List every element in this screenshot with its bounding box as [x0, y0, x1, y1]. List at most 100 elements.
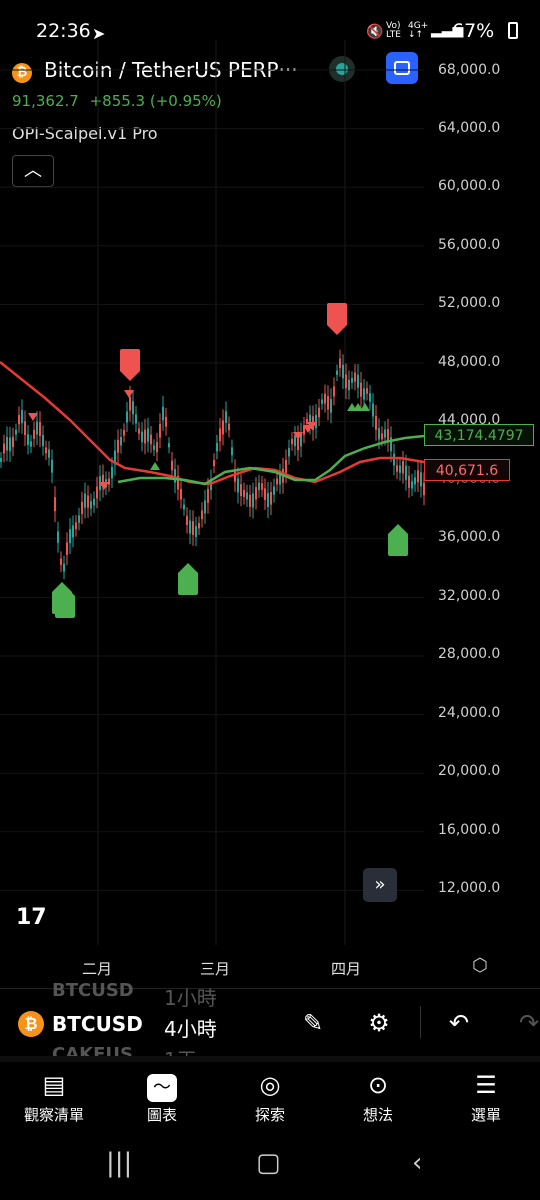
candle-body	[81, 501, 83, 515]
candle-body	[33, 429, 35, 439]
price-tick: 32,000.0	[438, 588, 501, 604]
sell-signal-tag	[327, 303, 347, 335]
candle-body	[375, 415, 377, 430]
candle-body	[132, 401, 134, 415]
redo-icon[interactable]: ↷	[512, 1006, 540, 1040]
candle-body	[198, 523, 200, 529]
candle-body	[183, 504, 185, 510]
home-icon[interactable]: ▢	[256, 1148, 281, 1178]
candle-body	[237, 478, 239, 493]
candle-body	[192, 521, 194, 535]
indicator-settings-icon[interactable]: ⚙	[362, 1006, 396, 1040]
price-tick: 16,000.0	[438, 822, 501, 838]
candle-body	[186, 515, 188, 525]
candle-body	[417, 470, 419, 483]
ticker-current[interactable]: BTCUSD	[52, 1012, 143, 1036]
candle-body	[270, 492, 272, 505]
candle-body	[195, 526, 197, 537]
candle-body	[135, 414, 137, 424]
candle-body	[357, 374, 359, 388]
candle-body	[90, 501, 92, 509]
candle-body	[3, 443, 5, 454]
candle-body	[219, 428, 221, 442]
candle-body	[18, 414, 20, 425]
candle-body	[126, 411, 128, 423]
price-tick: 36,000.0	[438, 529, 501, 545]
candle-body	[294, 435, 296, 447]
candle-body	[405, 465, 407, 480]
drawing-pen-icon[interactable]: ✎	[296, 1006, 330, 1040]
candle-body	[171, 460, 173, 471]
candle-body	[354, 372, 356, 382]
price-tick: 24,000.0	[438, 705, 501, 721]
candle-body	[84, 493, 86, 508]
candle-body	[147, 428, 149, 442]
scroll-to-realtime-button[interactable]: »	[363, 868, 397, 902]
time-tick: 三月	[200, 960, 231, 978]
candle-body	[162, 406, 164, 421]
lightbulb-icon: ⊙	[367, 1071, 389, 1099]
candle-body	[420, 472, 422, 487]
mute-icon: 🔇	[366, 24, 384, 40]
candle-body	[255, 487, 257, 500]
moving-average-red	[0, 361, 425, 486]
candle-body	[180, 489, 182, 500]
price-tick: 12,000.0	[438, 880, 501, 896]
candle-body	[153, 445, 155, 450]
candle-body	[69, 529, 71, 544]
candle-body	[291, 438, 293, 445]
interval-current[interactable]: 4小時	[164, 1013, 217, 1042]
candle-body	[261, 483, 263, 490]
candle-body	[201, 510, 203, 520]
undo-icon[interactable]: ↶	[442, 1006, 476, 1040]
nav-label: 圖表	[146, 1106, 177, 1124]
nav-menu[interactable]: ☰ 選單	[441, 1068, 531, 1125]
ma-red-price-tag: 40,671.6	[424, 459, 510, 481]
candle-body	[216, 443, 218, 452]
moving-average-green	[117, 434, 425, 486]
candle-body	[54, 497, 56, 512]
candle-body	[342, 364, 344, 379]
candle-body	[363, 388, 365, 400]
chart-settings-icon[interactable]: ⬡	[472, 955, 494, 977]
candle-body	[318, 407, 320, 418]
candle-body	[12, 436, 14, 448]
ticker-prev[interactable]: BTCUSD	[52, 980, 134, 1001]
candle-body	[108, 478, 110, 485]
nav-label: 探索	[254, 1106, 285, 1124]
candle-body	[24, 421, 26, 436]
nav-label: 觀察清單	[23, 1106, 84, 1124]
candle-body	[333, 386, 335, 397]
candle-body	[228, 423, 230, 431]
buy-triangle	[150, 462, 160, 470]
candle-body	[75, 522, 77, 530]
price-tick: 28,000.0	[438, 646, 501, 662]
candle-body	[63, 563, 65, 572]
nav-watchlist[interactable]: ▤ 觀察清單	[9, 1068, 99, 1125]
candle-body	[315, 414, 317, 429]
candle-body	[156, 441, 158, 453]
nav-ideas[interactable]: ⊙ 想法	[333, 1068, 423, 1125]
candle-body	[138, 428, 140, 434]
candlesticks	[0, 349, 425, 580]
interval-prev[interactable]: 1小時	[164, 982, 217, 1011]
candle-body	[267, 493, 269, 507]
4g-icon: 4G+ ↓↑	[408, 21, 429, 40]
candle-body	[60, 558, 62, 565]
candle-body	[213, 460, 215, 467]
price-tick: 68,000.0	[438, 62, 501, 78]
ma-green-price-tag: 43,174.4797	[424, 424, 534, 446]
candle-body	[252, 493, 254, 508]
watchlist-icon: ▤	[42, 1071, 66, 1099]
candle-body	[351, 377, 353, 383]
buy-signal-tag	[178, 563, 198, 595]
nav-chart[interactable]: 〜 圖表	[117, 1068, 207, 1125]
candle-body	[336, 370, 338, 375]
back-icon[interactable]: ‹	[412, 1148, 422, 1178]
candle-body	[390, 437, 392, 452]
tradingview-logo-icon[interactable]: 17	[16, 905, 47, 930]
candle-body	[6, 437, 8, 451]
nav-explore[interactable]: ◎ 探索	[225, 1068, 315, 1125]
candle-body	[327, 396, 329, 410]
recent-apps-icon[interactable]: |||	[106, 1148, 132, 1178]
